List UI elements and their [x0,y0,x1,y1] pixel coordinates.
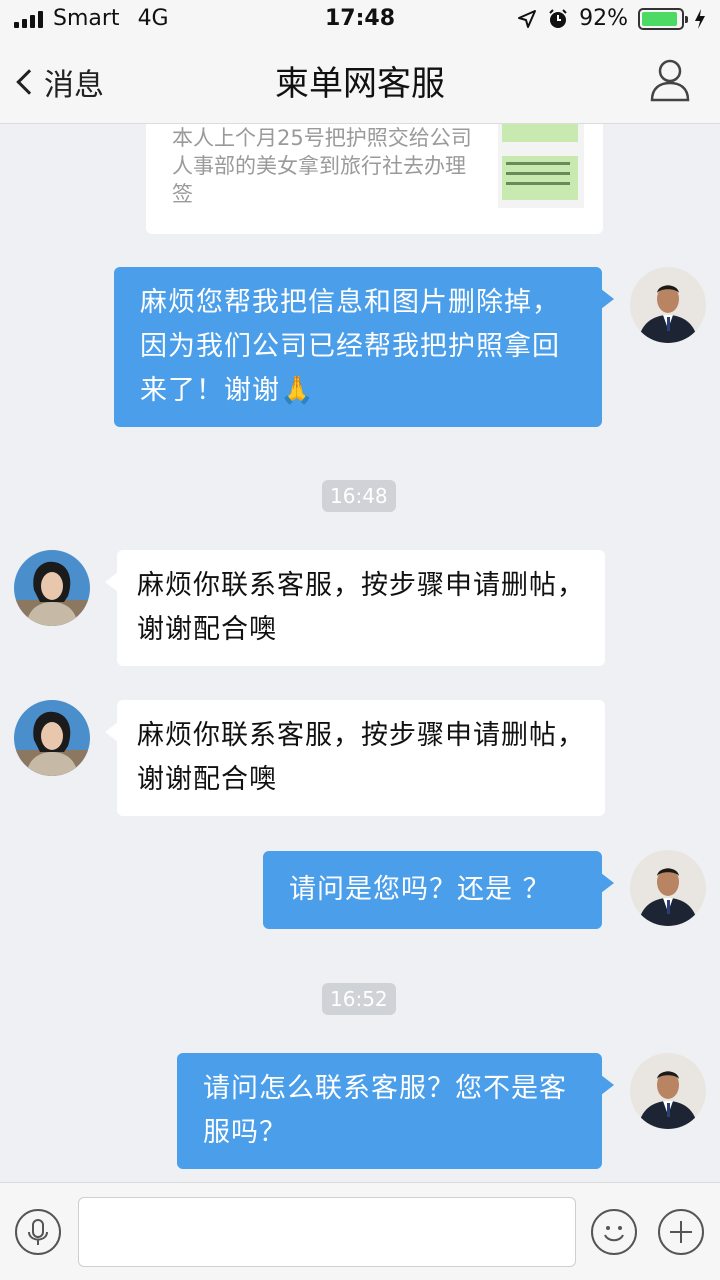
plus-icon [670,1221,692,1243]
message-bubble-sent[interactable]: 请问是您吗？还是 ？ [263,851,614,929]
my-avatar[interactable] [630,267,706,343]
battery-percent: 92% [579,6,628,31]
status-bar: Smart 4G 17:48 92% [0,0,720,40]
location-arrow-icon [518,9,537,28]
message-bubble-sent[interactable]: 请问怎么联系客服？您不是客服吗？ [177,1053,614,1169]
alarm-clock-icon [549,8,567,28]
chat-area[interactable]: 本人上个月25号把护照交给公司人事部的美女拿到旅行社去办理签 麻烦您帮我把信息和… [0,124,720,1182]
smiley-icon [604,1226,624,1242]
nav-bar: 消息 柬单网客服 [0,40,720,124]
my-avatar[interactable] [630,1053,706,1129]
input-bar [0,1182,720,1280]
more-options-button[interactable] [658,1209,704,1255]
battery-icon [638,7,688,30]
voice-input-button[interactable] [15,1209,61,1255]
quoted-post-card[interactable]: 本人上个月25号把护照交给公司人事部的美女拿到旅行社去办理签 [146,124,603,234]
my-avatar[interactable] [630,850,706,926]
message-text: 请问怎么联系客服？您不是客服吗？ [203,1073,567,1148]
quoted-post-text: 本人上个月25号把护照交给公司人事部的美女拿到旅行社去办理签 [172,126,472,206]
charging-bolt-icon [695,8,705,29]
message-text: 麻烦你联系客服，按步骤申请删帖，谢谢配合噢 [137,570,585,645]
profile-icon[interactable] [650,58,690,102]
message-text: 请问是您吗？还是 ？ [289,874,551,905]
message-text: 麻烦您帮我把信息和图片删除掉，因为我们公司已经帮我把护照拿回来了！谢谢🙏 [140,287,560,406]
message-input[interactable] [78,1197,576,1267]
message-bubble-received[interactable]: 麻烦你联系客服，按步骤申请删帖，谢谢配合噢 [105,700,605,816]
timestamp-divider: 16:52 [322,983,396,1015]
timestamp-divider: 16:48 [322,480,396,512]
agent-avatar[interactable] [14,550,90,626]
agent-avatar[interactable] [14,700,90,776]
chat-title: 柬单网客服 [275,64,445,104]
quoted-post-thumbnail [498,124,584,208]
message-text: 麻烦你联系客服，按步骤申请删帖，谢谢配合噢 [137,720,585,795]
message-bubble-sent[interactable]: 麻烦您帮我把信息和图片删除掉，因为我们公司已经帮我把护照拿回来了！谢谢🙏 [114,267,614,427]
emoji-button[interactable] [591,1209,637,1255]
microphone-icon [28,1219,48,1245]
message-bubble-received[interactable]: 麻烦你联系客服，按步骤申请删帖，谢谢配合噢 [105,550,605,666]
